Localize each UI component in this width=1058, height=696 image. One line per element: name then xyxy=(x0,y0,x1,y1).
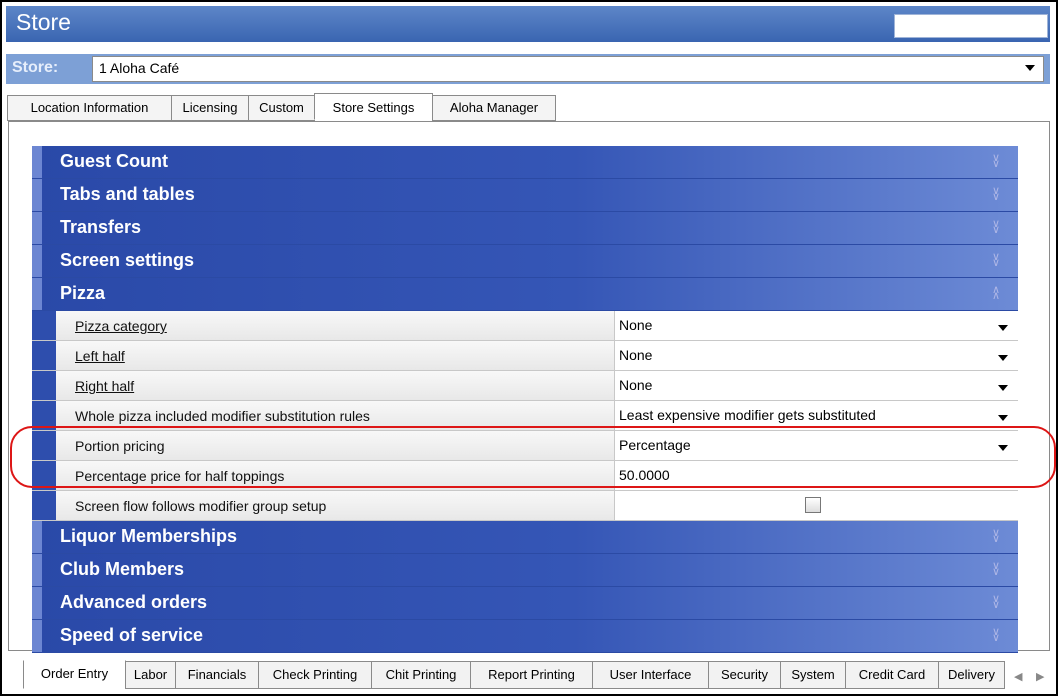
tab-system[interactable]: System xyxy=(780,661,846,689)
tab-credit-card[interactable]: Credit Card xyxy=(845,661,939,689)
setting-label: Screen flow follows modifier group setup xyxy=(75,498,327,514)
chevron-down-icon[interactable] xyxy=(998,385,1008,391)
tab-user-interface[interactable]: User Interface xyxy=(592,661,709,689)
tab-aloha-manager[interactable]: Aloha Manager xyxy=(432,95,556,121)
expand-icon[interactable]: ∨ ∨ xyxy=(992,186,1000,203)
section-pizza[interactable]: Pizza ∧ ∧ xyxy=(32,278,1018,311)
screen-flow-checkbox[interactable] xyxy=(805,497,821,513)
window-title: Store xyxy=(16,9,71,35)
scroll-left-icon[interactable]: ◀ xyxy=(1014,670,1022,683)
section-advanced-orders[interactable]: Advanced orders ∨ ∨ xyxy=(32,587,1018,620)
tab-order-entry[interactable]: Order Entry xyxy=(23,660,126,689)
collapse-icon[interactable]: ∧ ∧ xyxy=(992,285,1000,302)
section-liquor-memberships[interactable]: Liquor Memberships ∨ ∨ xyxy=(32,521,1018,554)
section-label: Liquor Memberships xyxy=(60,526,238,546)
expand-icon[interactable]: ∨ ∨ xyxy=(992,627,1000,644)
setting-row-screen-flow: Screen flow follows modifier group setup xyxy=(32,491,1018,521)
store-label: Store: xyxy=(12,59,59,76)
chevron-down-icon[interactable] xyxy=(998,415,1008,421)
dropdown-value: None xyxy=(619,347,653,363)
chevron-down-icon[interactable] xyxy=(998,325,1008,331)
title-bar: Store xyxy=(6,6,1050,42)
tab-labor[interactable]: Labor xyxy=(125,661,176,689)
scroll-right-icon[interactable]: ▶ xyxy=(1036,670,1044,683)
section-label: Tabs and tables xyxy=(60,184,195,204)
tab-store-settings[interactable]: Store Settings xyxy=(314,93,433,120)
setting-label[interactable]: Pizza category xyxy=(75,318,167,334)
tab-custom[interactable]: Custom xyxy=(248,95,315,121)
tab-financials[interactable]: Financials xyxy=(175,661,259,689)
expand-icon[interactable]: ∨ ∨ xyxy=(992,528,1000,545)
tab-licensing[interactable]: Licensing xyxy=(171,95,249,121)
tab-report-printing[interactable]: Report Printing xyxy=(470,661,593,689)
section-label: Screen settings xyxy=(60,250,195,270)
setting-row-pizza-category: Pizza category None xyxy=(32,311,1018,341)
title-search-box[interactable] xyxy=(894,14,1048,38)
expand-icon[interactable]: ∨ ∨ xyxy=(992,561,1000,578)
tab-security[interactable]: Security xyxy=(708,661,781,689)
right-half-dropdown[interactable]: None xyxy=(615,371,1018,400)
section-screen-settings[interactable]: Screen settings ∨ ∨ xyxy=(32,245,1018,278)
dropdown-value: None xyxy=(619,377,653,393)
store-selector-bar: Store: 1 Aloha Café xyxy=(6,54,1050,84)
expand-icon[interactable]: ∨ ∨ xyxy=(992,252,1000,269)
dropdown-value: Least expensive modifier gets substitute… xyxy=(619,407,876,423)
expand-icon[interactable]: ∨ ∨ xyxy=(992,219,1000,236)
section-label: Advanced orders xyxy=(60,592,208,612)
setting-row-right-half: Right half None xyxy=(32,371,1018,401)
left-half-dropdown[interactable]: None xyxy=(615,341,1018,370)
section-club-members[interactable]: Club Members ∨ ∨ xyxy=(32,554,1018,587)
section-transfers[interactable]: Transfers ∨ ∨ xyxy=(32,212,1018,245)
highlight-annotation xyxy=(10,426,1056,488)
setting-row-left-half: Left half None xyxy=(32,341,1018,371)
screen-flow-value-cell xyxy=(615,491,1018,520)
section-label: Club Members xyxy=(60,559,185,579)
pizza-category-dropdown[interactable]: None xyxy=(615,311,1018,340)
section-speed-of-service[interactable]: Speed of service ∨ ∨ xyxy=(32,620,1018,653)
section-label: Guest Count xyxy=(60,151,168,171)
tab-delivery[interactable]: Delivery xyxy=(938,661,1005,689)
store-dropdown-value: 1 Aloha Café xyxy=(99,60,180,76)
dropdown-value: None xyxy=(619,317,653,333)
expand-icon[interactable]: ∨ ∨ xyxy=(992,594,1000,611)
tab-location-information[interactable]: Location Information xyxy=(7,95,172,121)
setting-label[interactable]: Left half xyxy=(75,348,125,364)
section-label: Speed of service xyxy=(60,625,204,645)
section-label: Pizza xyxy=(60,283,106,303)
tab-chit-printing[interactable]: Chit Printing xyxy=(371,661,471,689)
settings-accordion: Guest Count ∨ ∨ Tabs and tables ∨ ∨ Transf… xyxy=(32,146,1018,653)
section-label: Transfers xyxy=(60,217,142,237)
tab-check-printing[interactable]: Check Printing xyxy=(258,661,372,689)
chevron-down-icon[interactable] xyxy=(998,355,1008,361)
store-dropdown[interactable]: 1 Aloha Café xyxy=(92,56,1044,82)
chevron-down-icon[interactable] xyxy=(1025,65,1035,71)
expand-icon[interactable]: ∨ ∨ xyxy=(992,153,1000,170)
setting-label: Whole pizza included modifier substituti… xyxy=(75,408,370,424)
setting-label[interactable]: Right half xyxy=(75,378,134,394)
section-tabs-and-tables[interactable]: Tabs and tables ∨ ∨ xyxy=(32,179,1018,212)
section-guest-count[interactable]: Guest Count ∨ ∨ xyxy=(32,146,1018,179)
